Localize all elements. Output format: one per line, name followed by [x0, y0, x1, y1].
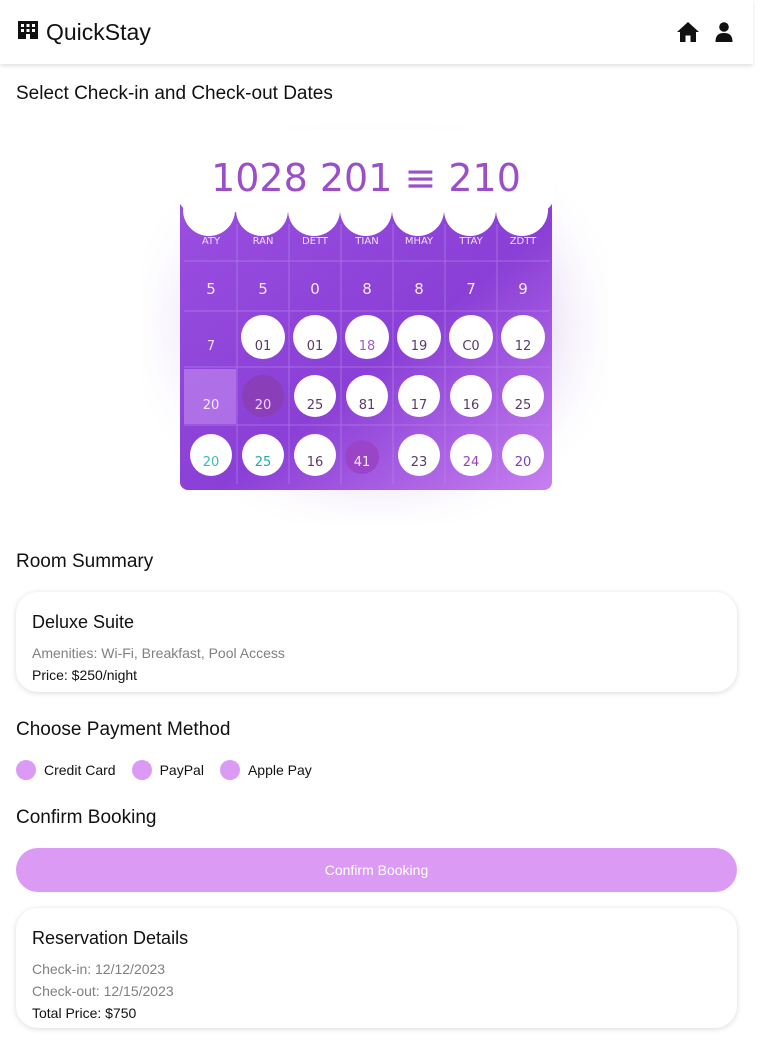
- payment-option-apple-pay[interactable]: Apple Pay: [219, 760, 312, 780]
- weekday-label: RAN: [253, 236, 274, 247]
- calendar-day: 01: [255, 339, 272, 354]
- radio-button[interactable]: [16, 760, 36, 780]
- calendar-day: 12: [515, 339, 532, 354]
- calendar-day: 7: [466, 280, 476, 298]
- weekday-label: ZDTT: [510, 236, 537, 247]
- calendar-day: 41: [354, 455, 371, 470]
- app-title: QuickStay: [46, 18, 151, 45]
- payment-option-credit-card[interactable]: Credit Card: [16, 760, 116, 780]
- calendar-day: 9: [518, 280, 528, 298]
- room-name: Deluxe Suite: [32, 612, 135, 632]
- check-in-date: Check-in: 12/12/2023: [32, 961, 166, 977]
- reservation-title: Reservation Details: [32, 928, 189, 948]
- calendar-day: 20: [255, 398, 272, 413]
- calendar-day: 23: [411, 455, 428, 470]
- calendar-day: 81: [359, 398, 376, 413]
- calendar-day: 8: [414, 280, 424, 298]
- home-icon[interactable]: [675, 19, 701, 45]
- weekday-label: DETT: [302, 236, 329, 247]
- room-summary-card: Deluxe Suite Amenities: Wi-Fi, Breakfast…: [16, 592, 737, 692]
- room-amenities: Amenities: Wi-Fi, Breakfast, Pool Access: [32, 645, 285, 661]
- confirm-section-title: Confirm Booking: [16, 807, 157, 828]
- weekday-label: ATY: [202, 236, 221, 247]
- app-bar: QuickStay: [0, 0, 753, 64]
- payment-option-paypal[interactable]: PayPal: [131, 760, 204, 780]
- check-out-date: Check-out: 12/15/2023: [32, 983, 174, 999]
- payment-section-title: Choose Payment Method: [16, 719, 231, 740]
- total-price: Total Price: $750: [32, 1005, 137, 1021]
- calendar-day: 20: [203, 455, 220, 470]
- calendar-day: 20: [203, 398, 220, 413]
- weekday-label: TTAY: [458, 236, 483, 247]
- radio-button[interactable]: [131, 760, 152, 780]
- calendar-day: C0: [462, 339, 479, 354]
- weekday-label: MHAY: [405, 236, 434, 247]
- room-summary-title: Room Summary: [16, 551, 154, 572]
- reservation-details-card: Reservation Details Check-in: 12/12/2023…: [16, 908, 737, 1028]
- account-icon[interactable]: [711, 19, 737, 45]
- calendar-day: 25: [307, 398, 324, 413]
- dates-section-title: Select Check-in and Check-out Dates: [16, 83, 333, 104]
- calendar-day: 25: [515, 398, 532, 413]
- calendar-day: 5: [258, 280, 268, 298]
- hotel-icon: [16, 18, 40, 47]
- calendar-day: 20: [515, 455, 532, 470]
- weekday-label: TIAN: [354, 236, 378, 247]
- calendar-header-text: 1028 201 ≡ 210: [211, 156, 521, 200]
- calendar-day: 8: [362, 280, 372, 298]
- calendar-day: 5: [206, 280, 216, 298]
- calendar-day: 24: [463, 455, 480, 470]
- confirm-booking-button[interactable]: Confirm Booking: [16, 848, 737, 892]
- calendar-illustration: 1028 201 ≡ 210 ATY RAN DETT TIAN MHAY TT…: [142, 124, 608, 524]
- brand[interactable]: QuickStay: [16, 18, 151, 47]
- calendar-day: 7: [207, 339, 215, 354]
- room-price: Price: $250/night: [32, 667, 138, 683]
- payment-options: Credit Card PayPal Apple Pay: [16, 760, 328, 780]
- calendar-day: 16: [307, 455, 324, 470]
- calendar-day: 25: [255, 455, 272, 470]
- calendar-day: 16: [463, 398, 480, 413]
- calendar-day: 18: [359, 339, 376, 354]
- radio-button[interactable]: [219, 760, 240, 780]
- calendar-day: 17: [411, 398, 428, 413]
- payment-option-label: Credit Card: [44, 762, 116, 778]
- calendar-day: 19: [411, 339, 428, 354]
- calendar-day: 0: [310, 280, 320, 298]
- payment-option-label: PayPal: [159, 762, 204, 778]
- calendar-day: 01: [307, 339, 324, 354]
- payment-option-label: Apple Pay: [247, 762, 312, 778]
